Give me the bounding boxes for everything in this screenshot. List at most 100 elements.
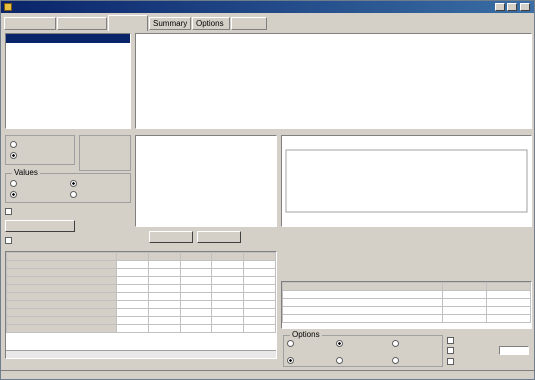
tab-2[interactable] xyxy=(108,15,148,31)
row-label xyxy=(6,316,117,325)
table-cell xyxy=(243,276,276,285)
table-row[interactable] xyxy=(6,292,276,301)
class-radio-a[interactable] xyxy=(287,357,296,364)
status-bar xyxy=(1,370,534,379)
options-radio-a[interactable] xyxy=(287,340,296,347)
column-header[interactable] xyxy=(211,252,245,261)
all-data-radio[interactable] xyxy=(70,179,79,188)
tab-5[interactable] xyxy=(231,17,267,30)
source-option-a[interactable] xyxy=(10,140,19,149)
row-label xyxy=(6,268,117,277)
option-checkbox-a[interactable] xyxy=(447,337,456,344)
toolbar-button-2[interactable] xyxy=(197,231,241,243)
table-row[interactable] xyxy=(6,268,276,277)
row-label xyxy=(6,324,117,333)
paragraph-list[interactable] xyxy=(135,33,532,129)
list-item[interactable] xyxy=(6,43,130,52)
list-item[interactable] xyxy=(6,34,130,43)
list-item[interactable] xyxy=(6,61,130,70)
column-header[interactable] xyxy=(243,252,276,261)
query-button[interactable] xyxy=(5,220,75,232)
list-item[interactable] xyxy=(136,145,276,154)
tab-0[interactable] xyxy=(4,17,56,30)
close-button[interactable] xyxy=(520,3,530,11)
radio-icon xyxy=(336,357,343,364)
table-cell xyxy=(116,308,149,317)
all-checkbox[interactable] xyxy=(5,236,14,245)
paragraph-item[interactable] xyxy=(138,36,529,45)
radio-icon xyxy=(287,357,294,364)
list-item[interactable] xyxy=(6,79,130,88)
table-cell xyxy=(179,308,213,317)
table-header-row xyxy=(282,282,531,291)
class-radio-c[interactable] xyxy=(392,357,401,364)
small-list[interactable] xyxy=(135,135,277,227)
paragraph-item[interactable] xyxy=(138,99,529,108)
paragraph-item[interactable] xyxy=(138,90,529,99)
percent-checkbox[interactable] xyxy=(5,207,14,216)
paragraph-item[interactable] xyxy=(138,45,529,54)
column-header[interactable] xyxy=(6,252,117,261)
tab-1[interactable] xyxy=(57,17,107,30)
average-radio[interactable] xyxy=(10,190,19,199)
paragraph-item[interactable] xyxy=(138,63,529,72)
table-cell xyxy=(486,298,531,307)
options-radio-b[interactable] xyxy=(336,340,345,347)
list-item[interactable] xyxy=(6,97,130,106)
table-cell xyxy=(442,306,487,315)
table-cell xyxy=(211,324,245,333)
row-label xyxy=(282,298,443,307)
column-header[interactable] xyxy=(179,252,213,261)
table-cell xyxy=(211,260,245,269)
column-header[interactable] xyxy=(486,282,531,291)
table-row[interactable] xyxy=(282,298,531,307)
table-total-row[interactable] xyxy=(6,324,276,333)
options-radio-c[interactable] xyxy=(392,340,401,347)
column-header[interactable] xyxy=(147,252,181,261)
table-row[interactable] xyxy=(6,316,276,325)
table-row[interactable] xyxy=(282,314,531,323)
table-row[interactable] xyxy=(282,306,531,315)
list-item[interactable] xyxy=(136,136,276,145)
table-row[interactable] xyxy=(6,260,276,269)
tab-options[interactable]: Options xyxy=(192,17,230,30)
paragraph-item[interactable] xyxy=(138,108,529,117)
column-header[interactable] xyxy=(282,282,443,291)
tab-summary[interactable]: Summary xyxy=(149,17,191,30)
person-list[interactable] xyxy=(5,33,131,129)
paragraph-item[interactable] xyxy=(138,81,529,90)
plot-area xyxy=(285,149,528,213)
toolbar-button-1[interactable] xyxy=(149,231,193,243)
class-radio-b[interactable] xyxy=(336,357,345,364)
options-group-title: Options xyxy=(290,330,322,339)
table-row[interactable] xyxy=(282,290,531,299)
not-empty-radio[interactable] xyxy=(70,190,79,199)
list-item[interactable] xyxy=(6,52,130,61)
option-value-field[interactable] xyxy=(499,346,529,355)
radio-icon xyxy=(287,340,294,347)
row-label xyxy=(6,276,117,285)
row-label xyxy=(282,306,443,315)
table-row[interactable] xyxy=(6,284,276,293)
option-checkbox-b[interactable] xyxy=(447,347,456,354)
list-item[interactable] xyxy=(6,88,130,97)
right-table xyxy=(282,282,531,323)
paragraph-item[interactable] xyxy=(138,117,529,126)
column-header[interactable] xyxy=(442,282,487,291)
table-row[interactable] xyxy=(6,308,276,317)
paragraph-item[interactable] xyxy=(138,126,529,135)
table-cell xyxy=(486,306,531,315)
summary-radio[interactable] xyxy=(10,179,19,188)
column-header[interactable] xyxy=(116,252,149,261)
option-checkbox-c[interactable] xyxy=(447,358,456,365)
paragraph-item[interactable] xyxy=(138,54,529,63)
table-cell xyxy=(442,298,487,307)
table-row[interactable] xyxy=(6,300,276,309)
horizontal-scrollbar[interactable] xyxy=(6,350,276,358)
minimize-button[interactable] xyxy=(495,3,505,11)
list-item[interactable] xyxy=(6,70,130,79)
paragraph-item[interactable] xyxy=(138,72,529,81)
maximize-button[interactable] xyxy=(507,3,517,11)
table-row[interactable] xyxy=(6,276,276,285)
source-option-b[interactable] xyxy=(10,151,19,160)
